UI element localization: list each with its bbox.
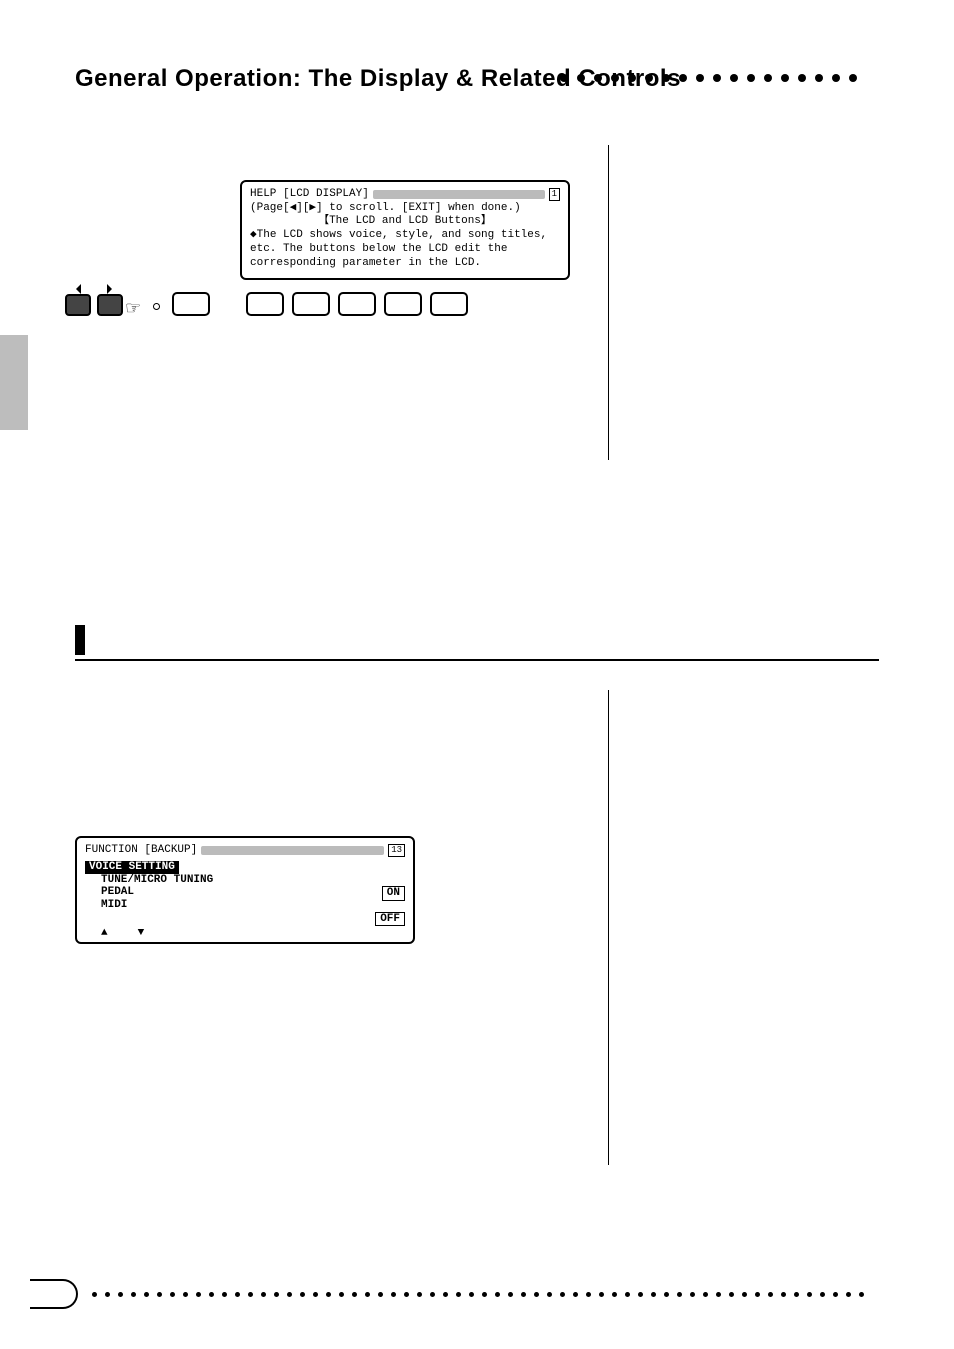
list-item: Registration Memory (645, 756, 879, 770)
indicator-led (153, 303, 160, 310)
help-lcd-line1: (Page[◀][▶] to scroll. [EXIT] when done.… (250, 202, 560, 216)
left-margin-tab (0, 335, 28, 430)
function-item-3: MIDI (85, 899, 127, 911)
help-lcd-page-number: 1 (549, 188, 560, 201)
function-item-2: PEDAL (85, 886, 134, 898)
function-lcd-screen: FUNCTION [BACKUP] 13 VOICE SETTING TUNE/… (75, 836, 415, 943)
page-next-button[interactable] (97, 294, 123, 316)
function-lcd-title: FUNCTION [BACKUP] (85, 844, 197, 857)
help-lcd-screen: HELP [LCD DISPLAY] 1 (Page[◀][▶] to scro… (240, 180, 570, 281)
function-item-1: TUNE/MICRO TUNING (85, 874, 405, 887)
list-item: Backup (645, 810, 879, 824)
lcd-button-5[interactable] (430, 292, 468, 316)
list-item: Help Language (645, 797, 879, 811)
backup-list: Registration Memory Function parameters … (629, 756, 879, 824)
function-off-label: OFF (375, 912, 405, 927)
footer-dot-leader (92, 1292, 879, 1297)
lcd-button-2[interactable] (292, 292, 330, 316)
function-paragraph-1: This button provides access to the range… (75, 702, 588, 772)
help-side-note: You can select the language used in the … (629, 145, 879, 172)
header-dot-leader (560, 74, 879, 84)
backup-list-title: Backup during power off: (629, 741, 879, 755)
help-intro-text: Use the display page [◀] and [▶] buttons… (75, 145, 608, 180)
function-lcd-page-number: 13 (388, 844, 405, 856)
lcd-button-3[interactable] (338, 292, 376, 316)
page-prev-button[interactable] (65, 294, 91, 316)
page-number: 18 (30, 1279, 78, 1309)
function-paragraph-2: With the exception of the MIDI function,… (75, 784, 588, 819)
function-scroll-arrows: ▲▼ (85, 927, 405, 940)
help-lcd-line3: ◆The LCD shows voice, style, and song ti… (250, 229, 560, 270)
backup-note: Regardless of the backup setting, the Re… (629, 834, 879, 875)
section-marker (75, 625, 85, 655)
function-item-highlighted: VOICE SETTING (85, 861, 179, 874)
lcd-button-1[interactable] (246, 292, 284, 316)
pointing-hand-icon: ☞ (125, 298, 141, 319)
panel-button-row: ☞ (65, 292, 608, 316)
section-heading: The [FUNCTION] Button (97, 628, 325, 655)
help-lcd-line2: 【The LCD and LCD Buttons】 (250, 215, 560, 229)
list-item: MIDI parameters (645, 783, 879, 797)
exit-button[interactable] (172, 292, 210, 316)
function-on-label: ON (382, 886, 405, 901)
backup-intro: When you turn on the Backup function (pa… (629, 690, 879, 731)
list-item: Function parameters (except MIDI) (645, 770, 879, 784)
help-lcd-title: HELP [LCD DISPLAY] (250, 188, 369, 202)
lcd-button-4[interactable] (384, 292, 422, 316)
